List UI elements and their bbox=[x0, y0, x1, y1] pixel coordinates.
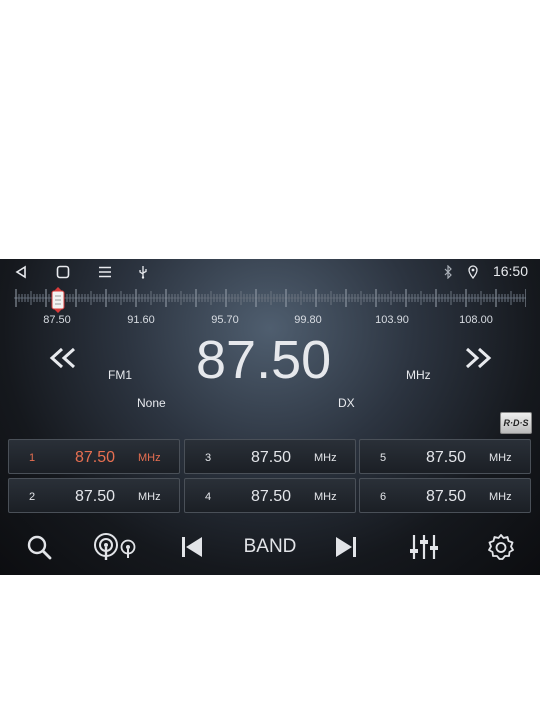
preset-frequency: 87.50 bbox=[251, 488, 292, 505]
current-frequency: 87.50 bbox=[196, 330, 332, 390]
scale-label: 87.50 bbox=[43, 314, 71, 326]
menu-lines-icon[interactable] bbox=[96, 263, 114, 281]
preset-number: 5 bbox=[380, 452, 387, 464]
equalizer-icon[interactable] bbox=[408, 531, 440, 563]
preset-unit: MHz bbox=[489, 452, 512, 464]
scale-label: 95.70 bbox=[211, 314, 239, 326]
rds-badge[interactable]: R·D·S bbox=[500, 412, 532, 434]
preset-unit: MHz bbox=[138, 452, 161, 464]
preset-button-6[interactable]: 6 87.50 MHz bbox=[359, 478, 531, 513]
reception-mode[interactable]: DX bbox=[338, 396, 355, 410]
tuning-slider-handle[interactable] bbox=[51, 287, 65, 313]
location-pin-icon bbox=[466, 263, 480, 281]
band-name: FM1 bbox=[108, 368, 132, 382]
scale-label: 103.90 bbox=[375, 314, 409, 326]
preset-unit: MHz bbox=[314, 452, 337, 464]
preset-frequency: 87.50 bbox=[75, 449, 116, 466]
preset-button-5[interactable]: 5 87.50 MHz bbox=[359, 439, 531, 474]
preset-number: 4 bbox=[205, 491, 212, 503]
control-bar: BAND bbox=[0, 521, 540, 575]
preset-number: 3 bbox=[205, 452, 212, 464]
preset-unit: MHz bbox=[138, 491, 161, 503]
preset-button-1[interactable]: 1 87.50 MHz bbox=[8, 439, 180, 474]
preset-frequency: 87.50 bbox=[426, 449, 467, 466]
preset-frequency: 87.50 bbox=[75, 488, 116, 505]
station-name: None bbox=[137, 396, 166, 410]
scale-label: 99.80 bbox=[294, 314, 322, 326]
radio-screen: 16:50 87.50 91.60 95.70 99.80 103.90 108… bbox=[0, 259, 540, 575]
frequency-scale[interactable] bbox=[14, 287, 526, 309]
preset-button-3[interactable]: 3 87.50 MHz bbox=[184, 439, 356, 474]
usb-icon bbox=[136, 263, 150, 281]
bluetooth-icon bbox=[441, 263, 455, 281]
preset-number: 6 bbox=[380, 491, 387, 503]
scale-label: 108.00 bbox=[459, 314, 493, 326]
settings-gear-icon[interactable] bbox=[486, 531, 516, 563]
preset-frequency: 87.50 bbox=[251, 449, 292, 466]
preset-number: 2 bbox=[29, 491, 36, 503]
preset-button-4[interactable]: 4 87.50 MHz bbox=[184, 478, 356, 513]
preset-unit: MHz bbox=[314, 491, 337, 503]
frequency-unit: MHz bbox=[406, 368, 431, 382]
band-button[interactable]: BAND bbox=[236, 531, 304, 563]
skip-previous-icon[interactable] bbox=[178, 531, 206, 563]
preset-unit: MHz bbox=[489, 491, 512, 503]
preset-button-2[interactable]: 2 87.50 MHz bbox=[8, 478, 180, 513]
preset-frequency: 87.50 bbox=[426, 488, 467, 505]
search-icon[interactable] bbox=[24, 531, 54, 563]
seek-back-icon[interactable] bbox=[48, 347, 78, 369]
clock: 16:50 bbox=[492, 263, 528, 279]
skip-next-icon[interactable] bbox=[332, 531, 360, 563]
seek-forward-icon[interactable] bbox=[463, 347, 493, 369]
broadcast-icon[interactable] bbox=[92, 531, 138, 563]
back-triangle-icon[interactable] bbox=[12, 263, 30, 281]
preset-number: 1 bbox=[29, 452, 36, 464]
status-bar: 16:50 bbox=[0, 259, 540, 285]
home-square-icon[interactable] bbox=[54, 263, 72, 281]
scale-label: 91.60 bbox=[127, 314, 155, 326]
